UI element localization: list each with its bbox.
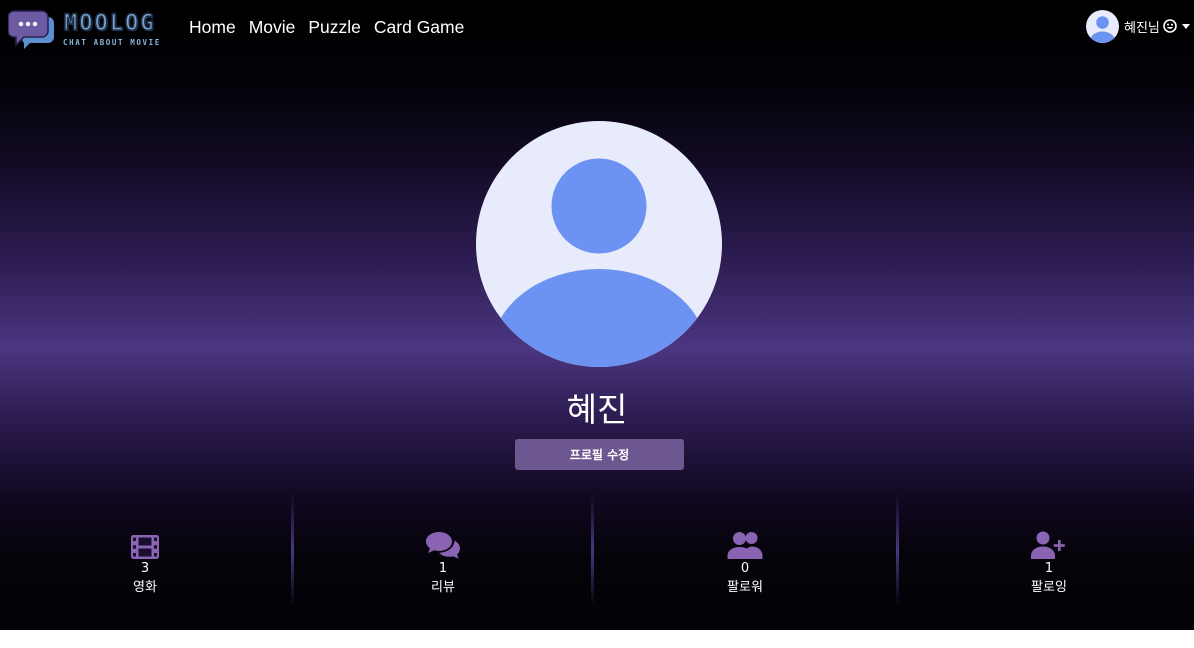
- user-dropdown[interactable]: 혜진님: [1086, 8, 1190, 44]
- stat-divider: [591, 494, 594, 606]
- user-avatar-icon: [1086, 9, 1119, 43]
- stat-label: 팔로잉: [1031, 580, 1067, 595]
- nav-link-puzzle[interactable]: Puzzle: [308, 16, 361, 38]
- stat-following[interactable]: 1 팔로잉: [989, 527, 1109, 597]
- nav-link-card-game[interactable]: Card Game: [374, 16, 464, 38]
- film-icon: [85, 527, 205, 559]
- chat-bubble-logo-icon: [8, 10, 54, 49]
- moolog-logo[interactable]: MOOLOG CHAT ABOUT MOVIE: [8, 9, 178, 51]
- stat-movies[interactable]: 3 영화: [85, 527, 205, 597]
- stat-divider: [291, 494, 294, 606]
- nav-link-home[interactable]: Home: [189, 16, 236, 38]
- stat-reviews[interactable]: 1 리뷰: [383, 527, 503, 597]
- nav-links: Home Movie Puzzle Card Game: [189, 16, 464, 38]
- stat-count: 3: [140, 561, 150, 576]
- users-icon: [685, 527, 805, 559]
- stat-divider: [896, 494, 899, 606]
- user-name: 혜진님: [1124, 20, 1160, 36]
- chevron-down-icon: [1181, 23, 1190, 29]
- logo-subtitle: CHAT ABOUT MOVIE: [63, 38, 161, 47]
- profile-name: 혜진: [566, 390, 628, 429]
- comments-icon: [383, 527, 503, 559]
- edit-profile-button[interactable]: 프로필 수정: [515, 439, 684, 470]
- stat-followers[interactable]: 0 팔로워: [685, 527, 805, 597]
- stat-count: 1: [1044, 561, 1054, 576]
- stat-count: 0: [740, 561, 750, 576]
- smile-face-icon: [1163, 19, 1177, 33]
- profile-avatar: [476, 121, 722, 367]
- stat-label: 영화: [133, 580, 157, 595]
- user-plus-icon: [989, 527, 1109, 559]
- stat-label: 팔로워: [727, 580, 763, 595]
- stat-count: 1: [438, 561, 448, 576]
- profile-page: MOOLOG CHAT ABOUT MOVIE Home Movie Puzzl…: [0, 0, 1194, 630]
- top-navbar: MOOLOG CHAT ABOUT MOVIE Home Movie Puzzl…: [0, 0, 1194, 56]
- stat-label: 리뷰: [431, 580, 455, 595]
- nav-link-movie[interactable]: Movie: [249, 16, 296, 38]
- logo-title: MOOLOG: [63, 11, 156, 36]
